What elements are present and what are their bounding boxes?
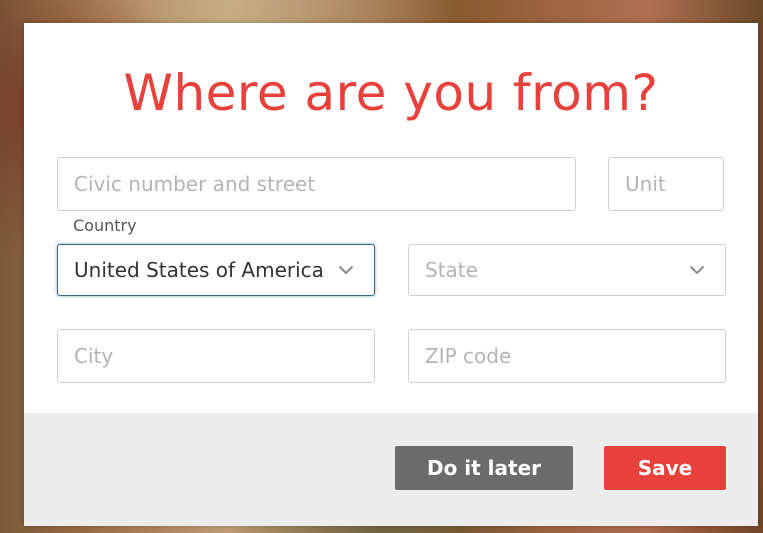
save-button[interactable]: Save: [604, 446, 726, 490]
dialog-footer: Do it later Save: [24, 413, 758, 526]
unit-input[interactable]: [608, 157, 724, 211]
street-input[interactable]: [57, 157, 576, 211]
location-dialog: Where are you from? Country United State…: [24, 23, 758, 526]
country-label: Country: [73, 216, 137, 235]
zip-input[interactable]: [408, 329, 726, 383]
dialog-title: Where are you from?: [123, 64, 659, 122]
state-select-placeholder: State: [425, 258, 478, 282]
chevron-down-icon: [334, 258, 358, 282]
chevron-down-icon: [685, 258, 709, 282]
country-select[interactable]: United States of America: [57, 244, 375, 296]
city-input[interactable]: [57, 329, 375, 383]
state-select[interactable]: State: [408, 244, 726, 296]
country-select-value: United States of America: [74, 258, 324, 282]
do-it-later-button[interactable]: Do it later: [395, 446, 573, 490]
